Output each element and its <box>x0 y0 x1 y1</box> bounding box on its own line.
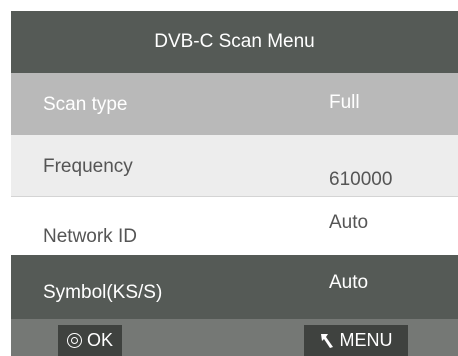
network-id-value[interactable]: Auto <box>329 213 368 232</box>
symbol-rate-label: Symbol(KS/S) <box>43 282 163 303</box>
scan-type-value[interactable]: Full <box>329 93 360 112</box>
menu-row-symbol-rate[interactable]: Symbol(KS/S) Auto <box>11 255 458 319</box>
menu-row-network-id[interactable]: Network ID Auto <box>11 197 458 255</box>
menu-button[interactable]: MENU <box>304 325 408 356</box>
menu-title: DVB-C Scan Menu <box>11 11 458 73</box>
ok-circle-icon <box>66 333 82 348</box>
menu-label: MENU <box>339 330 393 350</box>
menu-footer: OK MENU <box>11 319 458 356</box>
back-arrow-icon <box>320 333 333 348</box>
network-id-label: Network ID <box>43 226 137 247</box>
ok-label: OK <box>86 330 113 350</box>
frequency-value[interactable]: 610000 <box>329 170 392 189</box>
symbol-rate-value[interactable]: Auto <box>329 273 368 292</box>
scan-type-label: Scan type <box>43 94 128 115</box>
menu-row-frequency[interactable]: Frequency 610000 <box>11 135 458 197</box>
frequency-label: Frequency <box>43 156 133 177</box>
menu-row-scan-type[interactable]: Scan type Full <box>11 73 458 135</box>
ok-button[interactable]: OK <box>58 325 122 356</box>
dvbc-scan-menu: DVB-C Scan Menu Scan type Full Frequency… <box>11 11 458 356</box>
